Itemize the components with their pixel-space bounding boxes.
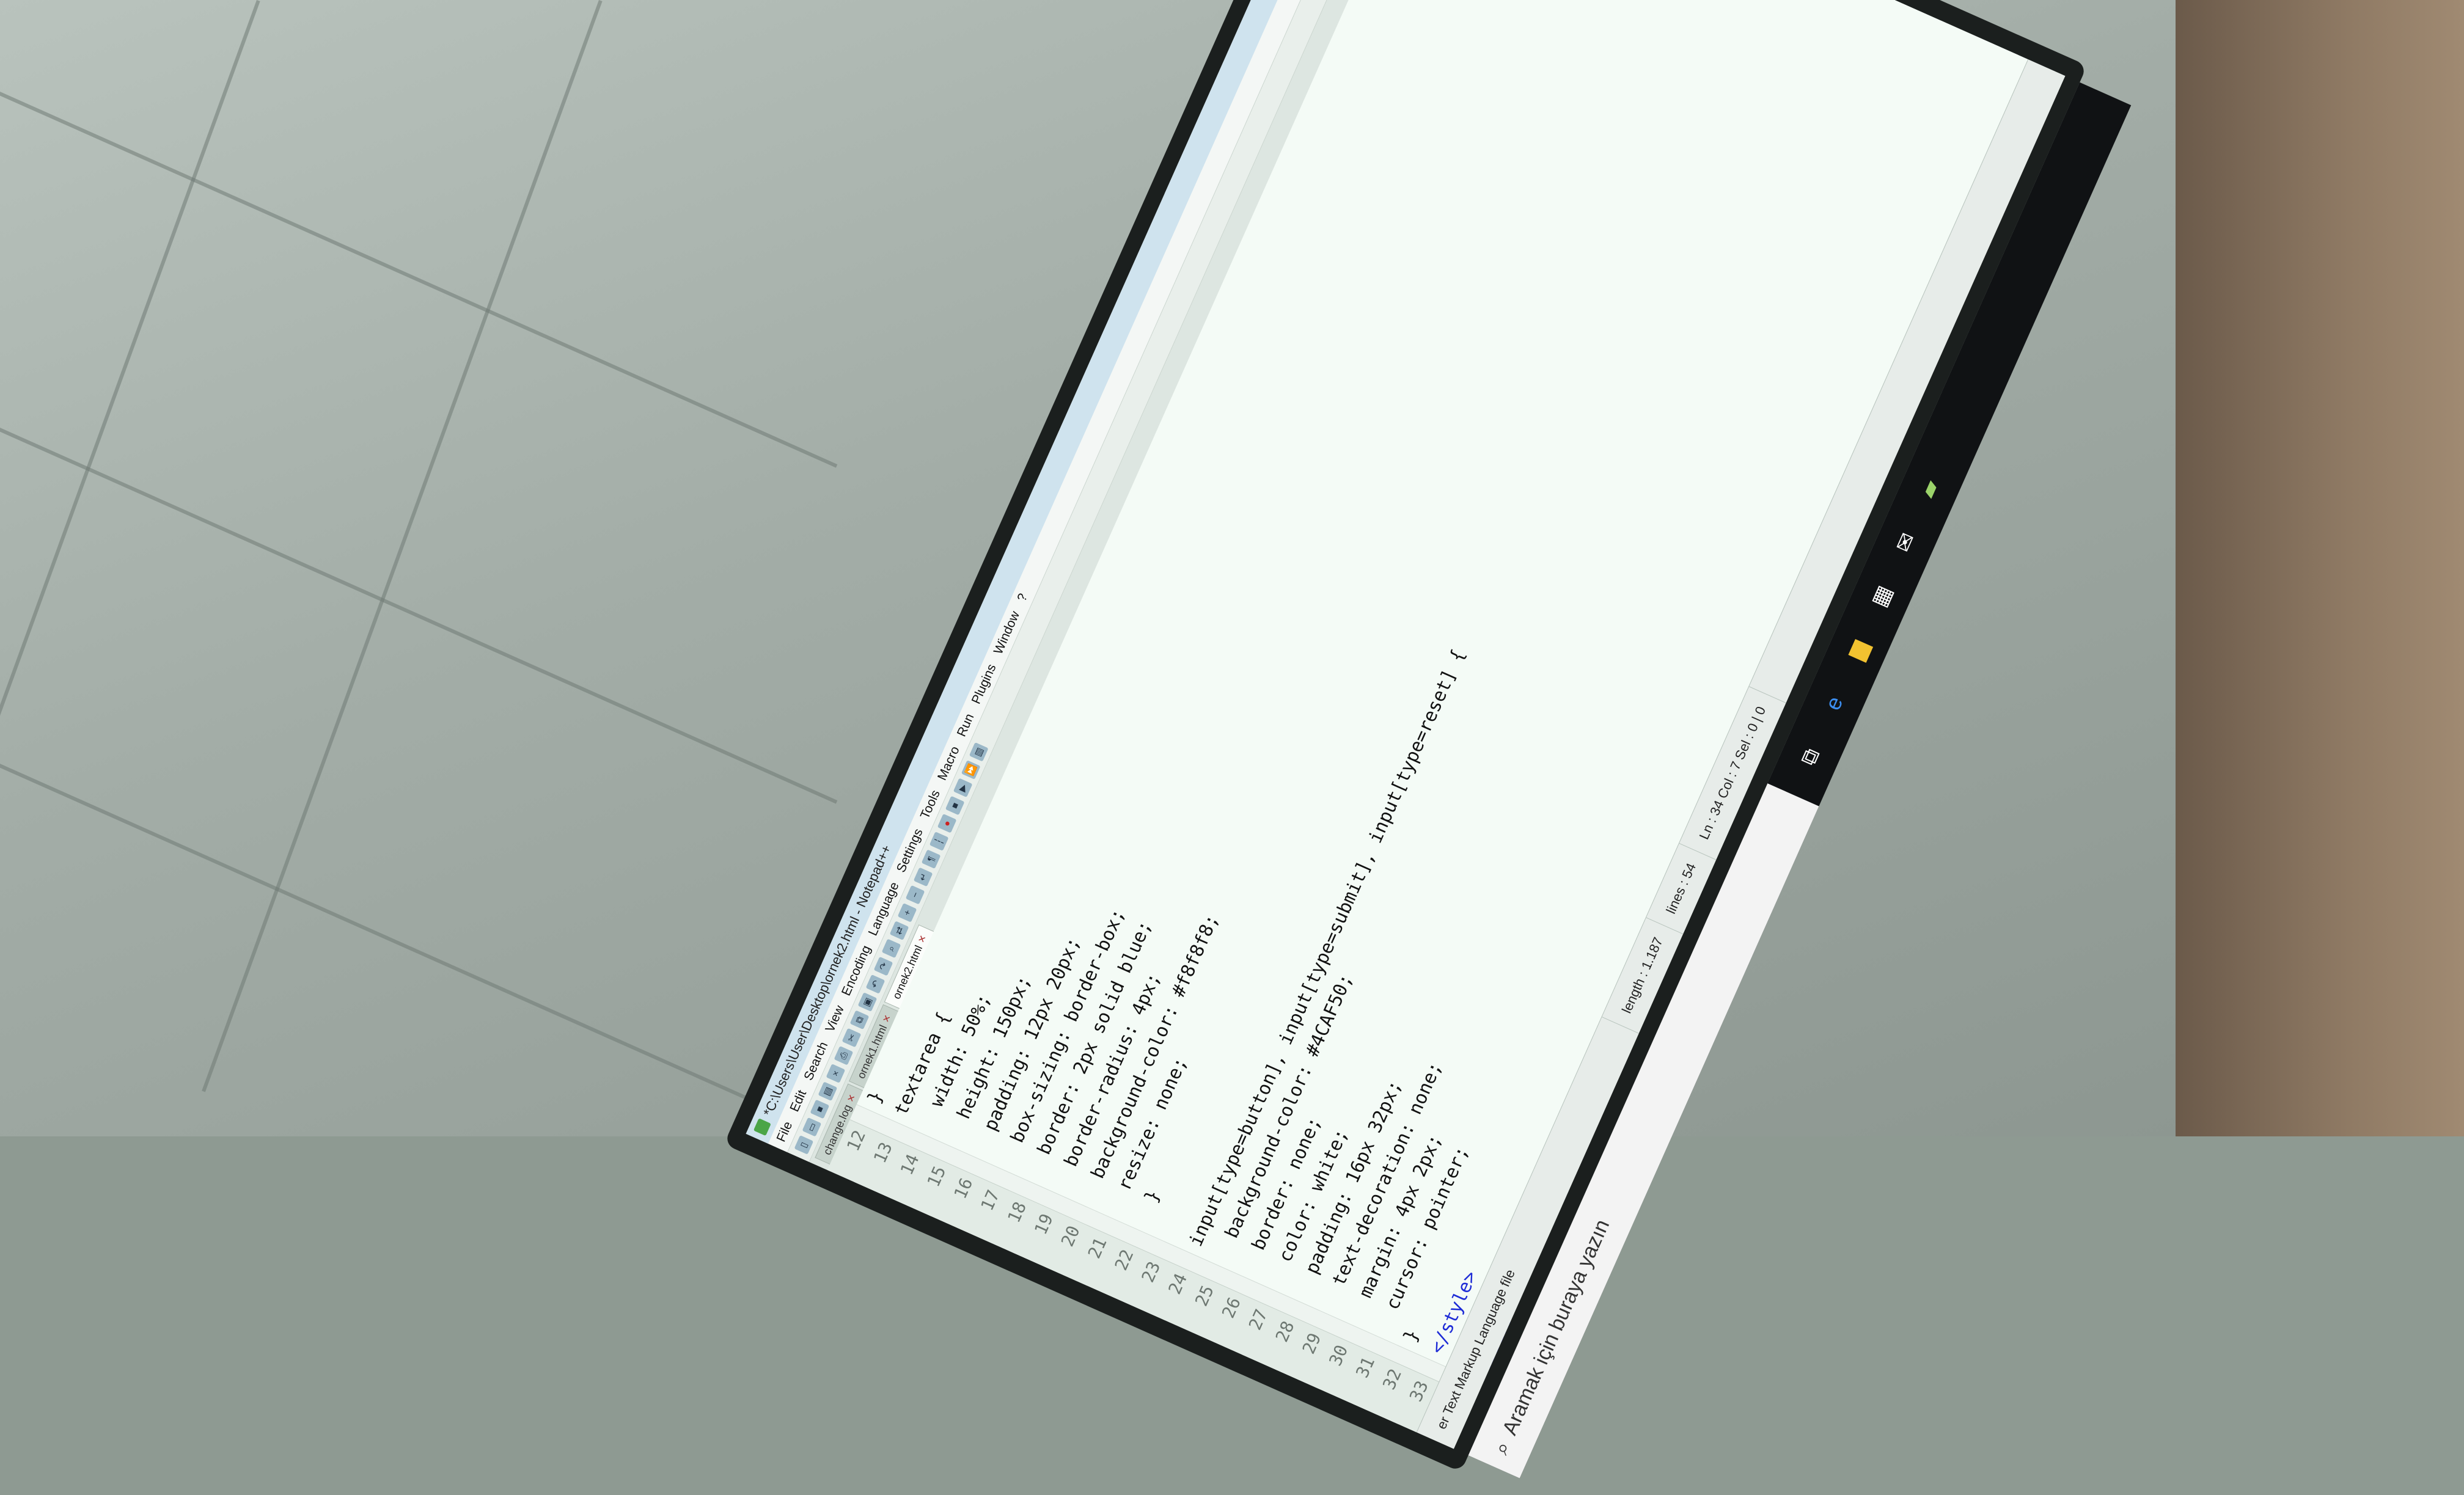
code-token: > xyxy=(1703,1220,1728,1239)
save-macro-icon[interactable]: ▥ xyxy=(969,742,989,762)
ceiling-grid-line xyxy=(0,92,838,468)
word-wrap-icon[interactable]: ↵ xyxy=(913,867,933,887)
stop-macro-icon[interactable]: ■ xyxy=(945,795,965,816)
code-token: } xyxy=(864,1087,888,1107)
code-token: Soyad xyxy=(1708,1169,1750,1229)
open-file-icon[interactable]: ▭ xyxy=(802,1117,822,1137)
close-icon[interactable]: ✕ xyxy=(880,1013,893,1024)
ceiling-grid-line xyxy=(0,428,838,804)
zoom-out-icon[interactable]: − xyxy=(905,885,925,905)
code-token: } xyxy=(1399,1326,1424,1345)
indent-guide-icon[interactable]: ┆ xyxy=(929,832,949,851)
mail-icon[interactable]: ✉ xyxy=(1883,520,1928,565)
code-token: <label xyxy=(1623,1341,1674,1420)
show-all-chars-icon[interactable]: ¶ xyxy=(921,849,941,869)
close-icon[interactable]: ✕ xyxy=(915,934,929,945)
redo-icon[interactable]: ↷ xyxy=(873,956,893,976)
fold-marker xyxy=(1601,1439,1634,1449)
task-view-icon[interactable]: ⧉ xyxy=(1788,734,1833,780)
code-token: for= xyxy=(1654,1301,1692,1350)
find-icon[interactable]: ⌕ xyxy=(881,938,901,959)
paste-icon[interactable]: ▣ xyxy=(857,992,878,1012)
notepadpp-taskbar-icon[interactable]: ▰ xyxy=(1907,466,1952,511)
close-icon[interactable]: ✕ xyxy=(845,1092,858,1104)
code-token: id= xyxy=(1650,1166,1688,1215)
play-macro-icon[interactable]: ▶ xyxy=(953,778,973,798)
zoom-in-icon[interactable]: + xyxy=(897,903,917,923)
replace-icon[interactable]: ⇄ xyxy=(889,921,909,940)
menu-help[interactable]: ? xyxy=(1014,591,1031,604)
store-icon[interactable]: ▦ xyxy=(1859,574,1904,619)
run-macro-multiple-icon[interactable]: ⏩ xyxy=(961,760,981,780)
code-token: "soyad" xyxy=(1672,1230,1723,1310)
edge-browser-icon[interactable]: e xyxy=(1811,681,1857,726)
copy-icon[interactable]: ⧉ xyxy=(849,1010,870,1030)
line-number: 39 xyxy=(1551,1442,1600,1449)
file-explorer-icon[interactable]: ▆ xyxy=(1835,627,1880,672)
search-icon: ⌕ xyxy=(1489,1438,1516,1458)
print-icon[interactable]: ⎙ xyxy=(834,1045,854,1066)
undo-icon[interactable]: ↶ xyxy=(865,974,886,994)
ceiling-grid-line xyxy=(0,764,838,1140)
room-wall xyxy=(2176,0,2464,1136)
fold-marker xyxy=(1547,1415,1580,1441)
fold-marker xyxy=(1574,1427,1607,1449)
new-file-icon[interactable]: ▯ xyxy=(794,1135,814,1155)
cut-icon[interactable]: ✂ xyxy=(842,1028,862,1048)
ceiling-grid-line xyxy=(0,0,260,1092)
record-macro-icon[interactable]: ● xyxy=(937,813,957,833)
save-icon[interactable]: ■ xyxy=(810,1099,830,1119)
close-file-icon[interactable]: × xyxy=(826,1064,846,1083)
notepadpp-app-icon xyxy=(753,1118,771,1136)
save-all-icon[interactable]: ▤ xyxy=(818,1081,838,1102)
